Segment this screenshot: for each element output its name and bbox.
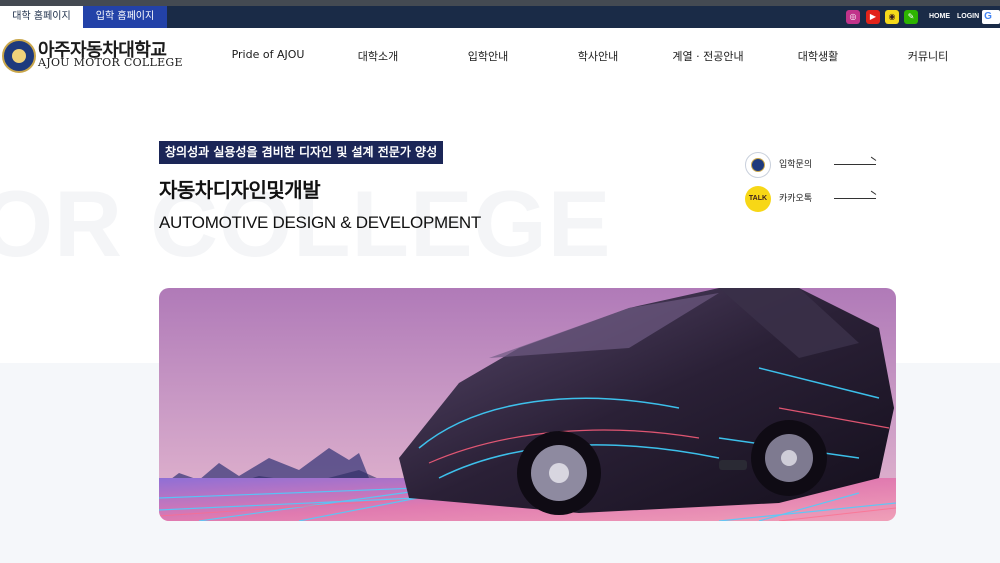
nav-campus-life[interactable]: 대학생활 — [798, 48, 838, 64]
main-header: 아주자동차대학교 AJOU MOTOR COLLEGE Pride of AJO… — [0, 28, 1000, 86]
utility-bar: 대학 홈페이지 입학 홈페이지 ◎ ▶ ◉ ✎ HOME LOGIN G — [0, 6, 1000, 28]
logo-english[interactable]: AJOU MOTOR COLLEGE — [38, 56, 183, 69]
youtube-icon[interactable]: ▶ — [866, 10, 880, 24]
emblem-center — [12, 49, 26, 63]
instagram-glyph: ◎ — [849, 12, 857, 21]
kakaotalk-glyph: ◉ — [888, 12, 896, 21]
quick-link-kakaotalk[interactable]: TALK 카카오톡 — [745, 186, 885, 212]
blog-icon[interactable]: ✎ — [904, 10, 918, 24]
tab-admission-homepage[interactable]: 입학 홈페이지 — [83, 6, 167, 28]
tab-university-homepage[interactable]: 대학 홈페이지 — [0, 6, 83, 28]
google-translate-button[interactable]: G — [982, 10, 1000, 24]
college-emblem-icon[interactable] — [2, 39, 36, 73]
login-link[interactable]: LOGIN — [957, 6, 979, 28]
kakao-talk-glyph: TALK — [748, 195, 768, 202]
google-icon: G — [984, 11, 992, 22]
department-title-english: AUTOMOTIVE DESIGN & DEVELOPMENT — [159, 213, 481, 232]
arrow-right-icon — [834, 164, 876, 165]
department-tagline: 창의성과 실용성을 겸비한 디자인 및 설계 전문가 양성 — [159, 141, 444, 164]
nav-admission[interactable]: 입학안내 — [468, 48, 508, 64]
department-banner-image — [159, 288, 896, 521]
emblem-icon-center — [751, 158, 765, 172]
kakaotalk-talk-icon: TALK — [745, 186, 771, 212]
blog-glyph: ✎ — [907, 12, 915, 21]
quick-link-admission-inquiry[interactable]: 입학문의 — [745, 152, 885, 178]
instagram-icon[interactable]: ◎ — [846, 10, 860, 24]
kakaotalk-icon[interactable]: ◉ — [885, 10, 899, 24]
emblem-icon — [745, 152, 771, 178]
nav-academic[interactable]: 학사안내 — [578, 48, 618, 64]
department-title-korean: 자동차디자인및개발 — [159, 178, 321, 202]
nav-majors[interactable]: 계열 · 전공안내 — [672, 48, 743, 64]
quick-link-label: 카카오톡 — [779, 194, 813, 204]
nav-pride-of-ajou[interactable]: Pride of AJOU — [232, 48, 305, 61]
quick-link-label: 입학문의 — [779, 160, 813, 170]
nav-about[interactable]: 대학소개 — [358, 48, 398, 64]
home-link[interactable]: HOME — [929, 6, 950, 28]
arrow-right-icon — [834, 198, 876, 199]
youtube-glyph: ▶ — [869, 12, 877, 21]
nav-community[interactable]: 커뮤니티 — [908, 48, 948, 64]
